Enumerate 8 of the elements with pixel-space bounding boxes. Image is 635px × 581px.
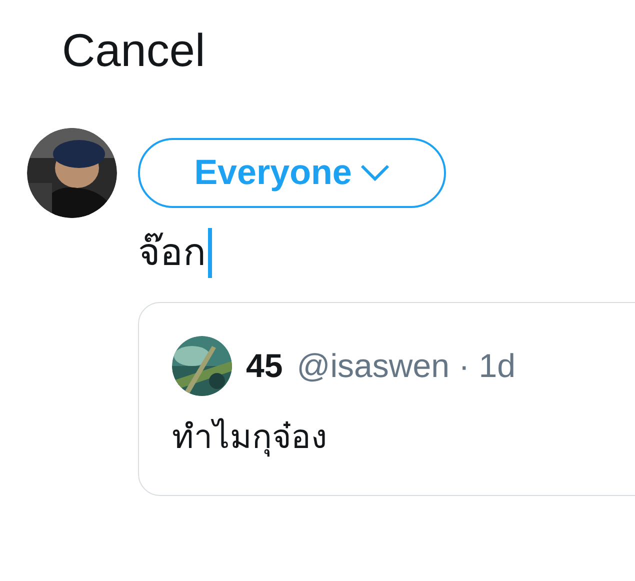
author-handle: @isaswen · 1d bbox=[296, 346, 516, 386]
quoted-tweet-text: ทำไมกุจ๋อง bbox=[172, 417, 328, 459]
quoted-tweet-card[interactable]: 45 @isaswen · 1d ทำไมกุจ๋อง bbox=[138, 302, 635, 496]
tweet-input-field[interactable]: จ๊อก bbox=[138, 226, 635, 280]
chevron-down-icon bbox=[360, 164, 390, 182]
author-name: 45 bbox=[246, 346, 283, 386]
text-cursor bbox=[208, 228, 212, 278]
cancel-button[interactable]: Cancel bbox=[62, 22, 206, 78]
